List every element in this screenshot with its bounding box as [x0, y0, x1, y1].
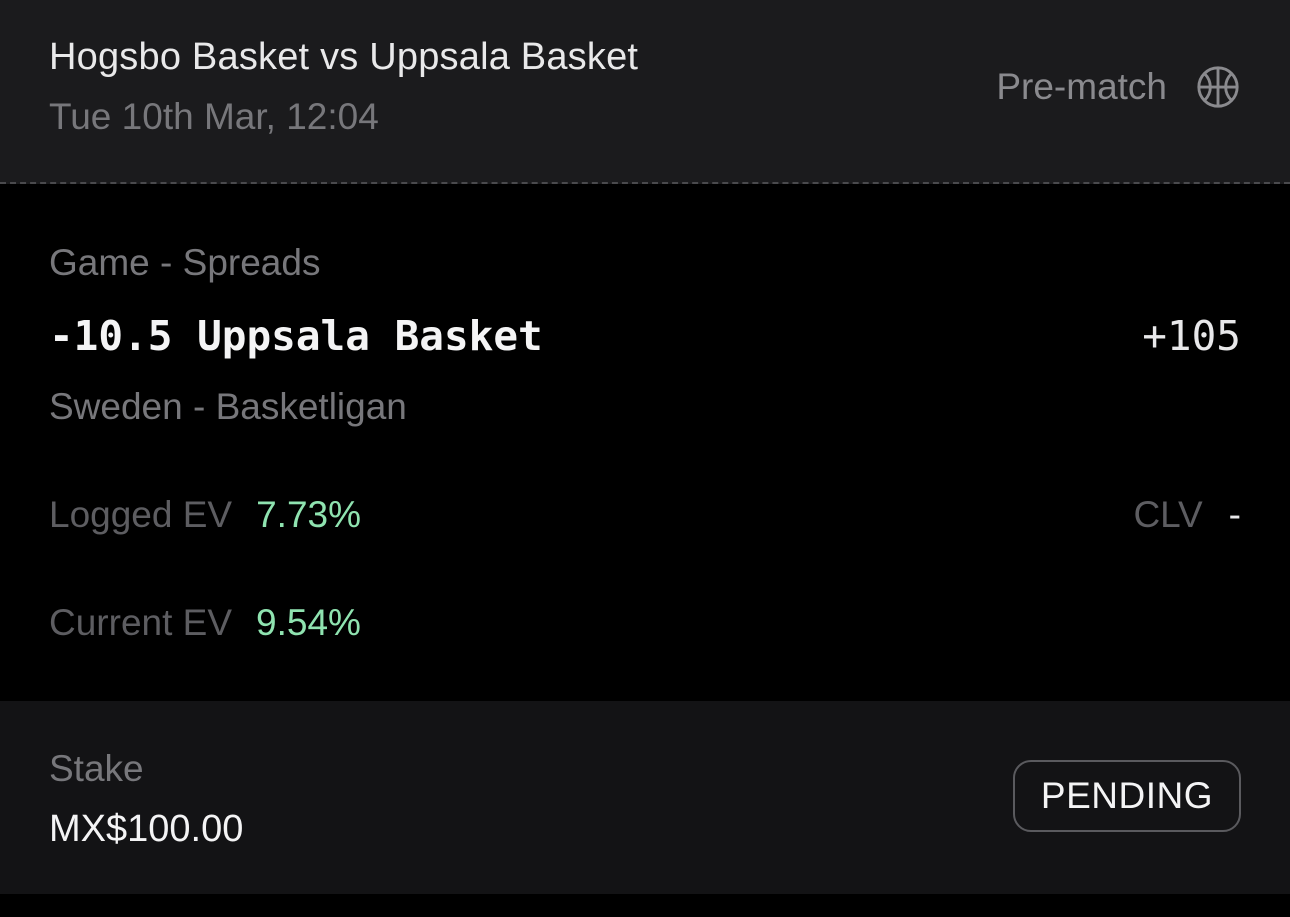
stake-footer: Stake MX$100.00 PENDING [0, 701, 1290, 894]
match-status-label: Pre-match [996, 66, 1167, 107]
stake-amount: MX$100.00 [49, 808, 244, 850]
footer-edge [0, 894, 1290, 917]
league-name: Sweden - Basketligan [49, 386, 407, 427]
stake-label: Stake [49, 748, 144, 789]
logged-ev-value: 7.73% [256, 494, 362, 535]
bet-details: Game - Spreads -10.5 Uppsala Basket +105… [0, 184, 1290, 701]
clv-row: CLV - [1133, 494, 1241, 536]
bet-odds: +105 [1142, 312, 1241, 360]
clv-value: - [1228, 494, 1241, 535]
status-badge[interactable]: PENDING [1012, 760, 1241, 832]
logged-ev-label: Logged EV [49, 494, 233, 535]
bet-selection: -10.5 Uppsala Basket [49, 312, 543, 360]
basketball-icon [1197, 66, 1239, 108]
match-status: Pre-match [996, 64, 1241, 110]
clv-label: CLV [1133, 494, 1203, 535]
market-type: Game - Spreads [49, 242, 321, 283]
current-ev-label: Current EV [49, 602, 233, 643]
current-ev-value: 9.54% [256, 602, 361, 643]
match-header: Hogsbo Basket vs Uppsala Basket Tue 10th… [0, 0, 1290, 184]
match-title: Hogsbo Basket vs Uppsala Basket [49, 36, 639, 78]
current-ev-row: Current EV 9.54% [49, 602, 361, 644]
logged-ev-row: Logged EV 7.73% [49, 494, 361, 536]
match-datetime: Tue 10th Mar, 12:04 [49, 96, 379, 137]
